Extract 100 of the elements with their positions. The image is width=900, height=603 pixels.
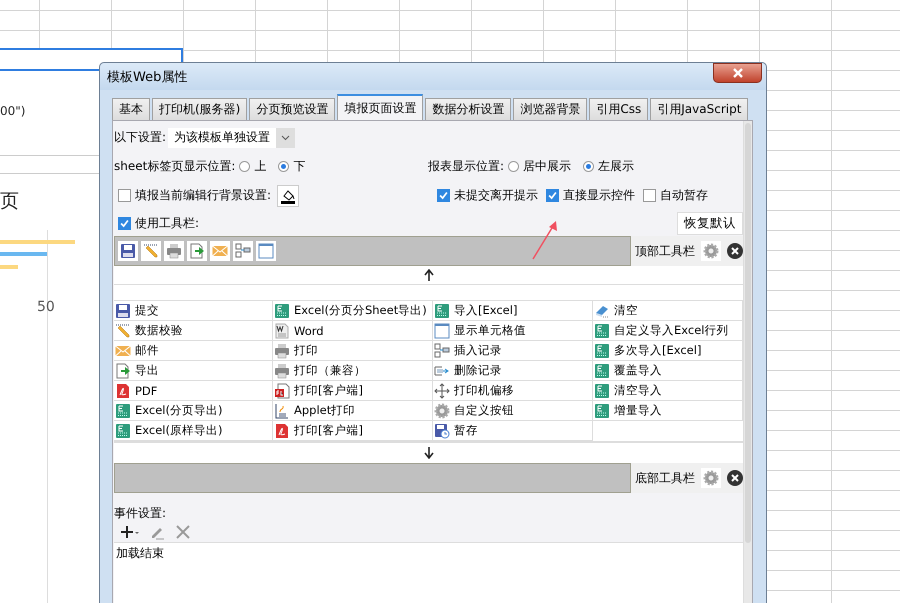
checkbox-label: 使用工具栏:	[135, 214, 200, 232]
toolbar-button[interactable]	[164, 241, 184, 261]
toolbar-option[interactable]: 清空导入	[593, 381, 743, 401]
toolbar-button[interactable]	[256, 241, 276, 261]
checkbox[interactable]	[118, 189, 131, 202]
printer-icon	[274, 362, 290, 378]
gear-icon	[703, 470, 719, 486]
toolbar-option[interactable]: 打印（兼容）	[273, 361, 433, 381]
toolbar-option[interactable]: Excel(分页导出)	[114, 401, 273, 421]
close-icon	[732, 68, 744, 78]
window-icon	[434, 322, 450, 338]
printer-icon	[274, 342, 290, 358]
chart-title: 页	[0, 189, 19, 214]
toolbar-option[interactable]: 导入[Excel]	[433, 301, 593, 321]
toolbar-option[interactable]: Excel(分页分Sheet导出)	[273, 301, 433, 321]
toolbar-option[interactable]: 打印机偏移	[433, 381, 593, 401]
setting-label: 报表显示位置:	[428, 158, 504, 175]
restore-defaults-button[interactable]: 恢复默认	[677, 212, 743, 234]
checkbox[interactable]	[546, 188, 559, 202]
close-button[interactable]	[713, 63, 762, 83]
checkbox[interactable]	[437, 188, 450, 202]
toolbar-button[interactable]	[187, 241, 207, 261]
checkbox-label: 未提交离开提示	[454, 186, 538, 204]
spreadsheet-icon	[594, 362, 610, 378]
spreadsheet-icon	[434, 302, 450, 318]
option-label: 左展示	[598, 158, 634, 175]
toolbar-option[interactable]: 删除记录	[433, 361, 593, 381]
tab[interactable]: 填报页面设置	[337, 94, 424, 120]
toolbar-option[interactable]: 覆盖导入	[593, 361, 743, 381]
checkbox[interactable]	[118, 216, 131, 230]
word-document-icon	[274, 322, 290, 338]
delete-icon[interactable]	[176, 525, 190, 539]
tab[interactable]: 打印机(服务器)	[152, 98, 248, 120]
tab[interactable]: 引用Css	[589, 98, 648, 120]
tab[interactable]: 数据分析设置	[425, 98, 512, 120]
add-icon[interactable]	[120, 525, 140, 539]
remove-icon[interactable]	[727, 243, 743, 259]
toolbar-option[interactable]: 数据校验	[114, 321, 273, 341]
checkbox-label: 填报当前编辑行背景设置:	[135, 187, 272, 204]
settings-button[interactable]	[701, 241, 721, 261]
toolbar-option[interactable]: 打印	[273, 341, 433, 361]
toolbar-option[interactable]: Excel(原样导出)	[114, 421, 273, 441]
section-label: 事件设置:	[114, 505, 168, 522]
spreadsheet-icon	[594, 322, 610, 338]
chart-bar	[0, 265, 18, 269]
toolbar-option[interactable]: 显示单元格值	[433, 321, 593, 341]
checkbox-label: 自动暂存	[660, 186, 708, 204]
toolbar-option[interactable]: 多次导入[Excel]	[593, 341, 743, 361]
option-label: 居中展示	[523, 158, 572, 175]
settings-button[interactable]	[701, 468, 721, 488]
toolbar-option[interactable]: 增量导入	[593, 401, 743, 421]
toolbar-option[interactable]: 插入记录	[433, 341, 593, 361]
gear-icon	[434, 402, 450, 418]
radio-button[interactable]	[239, 161, 250, 172]
paint-bucket-button[interactable]	[277, 184, 300, 206]
option-label: 下	[293, 158, 306, 175]
printer-icon	[166, 243, 182, 259]
toolbar-button[interactable]	[141, 241, 161, 261]
tab[interactable]: 引用JavaScript	[650, 98, 748, 120]
toolbar-button[interactable]	[118, 241, 138, 261]
formula-text: 00")	[0, 104, 26, 118]
toolbar-option[interactable]: 提交	[114, 301, 273, 321]
option-label: 上	[254, 158, 266, 175]
setting-label: 以下设置:	[114, 129, 166, 146]
toolbar-button[interactable]	[233, 241, 253, 261]
arrow-down-icon	[424, 447, 434, 459]
paint-bucket-icon	[280, 188, 296, 204]
toolbar-option[interactable]: Word	[273, 321, 433, 341]
spreadsheet-icon	[594, 402, 610, 418]
document-arrow-icon	[189, 243, 205, 259]
pencil-icon	[143, 243, 159, 259]
insert-row-icon	[434, 342, 450, 358]
window-icon	[258, 243, 274, 259]
toolbar-option[interactable]: 暂存	[433, 421, 593, 441]
window-title: 模板Web属性	[107, 68, 188, 86]
toolbar-option[interactable]: 打印[客户端]	[273, 421, 433, 441]
toolbar-option[interactable]: 导出	[114, 361, 273, 381]
chevron-down-icon	[281, 134, 290, 140]
tab[interactable]: 浏览器背景	[513, 98, 588, 120]
document-icon	[274, 382, 290, 398]
scope-dropdown[interactable]: 为该模板单独设置	[168, 128, 296, 148]
remove-icon[interactable]	[727, 470, 743, 486]
toolbar-option[interactable]: 打印[客户端]	[273, 381, 433, 401]
applet-icon	[274, 402, 290, 418]
toolbar-option[interactable]: 清空	[593, 301, 743, 321]
tab[interactable]: 基本	[112, 98, 150, 120]
insert-row-icon	[235, 243, 251, 259]
pdf-icon	[274, 422, 290, 438]
spreadsheet-icon	[594, 342, 610, 358]
envelope-icon	[212, 243, 228, 259]
toolbar-option[interactable]: Applet打印	[273, 401, 433, 421]
toolbar-option[interactable]: PDF	[114, 381, 273, 401]
radio-button[interactable]	[508, 161, 520, 172]
checkbox[interactable]	[643, 188, 656, 202]
toolbar-option[interactable]: 自定义按钮	[433, 401, 593, 421]
toolbar-option[interactable]: 自定义导入Excel行列	[593, 321, 743, 341]
radio-button[interactable]	[583, 161, 594, 172]
radio-button[interactable]	[278, 161, 290, 172]
toolbar-option[interactable]: 邮件	[114, 341, 273, 361]
tab[interactable]: 分页预览设置	[249, 98, 336, 120]
